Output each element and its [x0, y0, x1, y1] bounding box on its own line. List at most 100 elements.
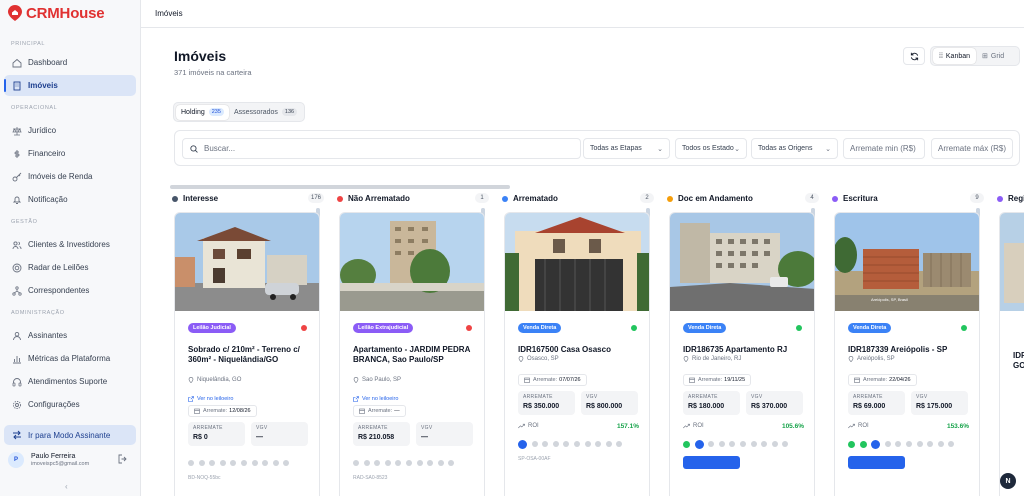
segment-holding[interactable]: Holding 235: [176, 104, 229, 120]
user-profile[interactable]: P Paulo Ferreira imoveispc5@gmail.com: [8, 449, 134, 471]
trending-up-icon: [518, 423, 525, 429]
status-dot: [631, 325, 637, 331]
kanban-view-button[interactable]: ⁞⁞ Kanban: [933, 48, 977, 64]
property-card-partial[interactable]: IDRGO: [999, 212, 1024, 496]
grid-label: Grid: [990, 52, 1005, 60]
estados-select[interactable]: Todos os Estados ⌄: [675, 138, 747, 159]
date-value: —: [394, 408, 400, 414]
property-location: Rio de Janeiro, RJ: [683, 356, 741, 362]
roi-row: ROI: [848, 423, 869, 429]
vgv-label: VGV: [916, 394, 928, 400]
stage-step: [262, 460, 269, 466]
auctioneer-link[interactable]: Ver no leiloeiro: [188, 396, 233, 402]
arremate-date: Arremate: 19/11/25: [683, 374, 752, 386]
property-card[interactable]: Leilão Judicial Sobrado c/ 210m² - Terre…: [174, 212, 320, 496]
property-title: IDR167500 Casa Osasco: [518, 345, 611, 354]
segment-count: 235: [208, 108, 224, 116]
date-value: 12/08/26: [229, 408, 251, 414]
segment-label: Holding: [181, 108, 205, 116]
column-color-dot: [832, 195, 838, 202]
location-text: Areiópolis, SP: [857, 356, 895, 362]
sidebar-item-notificacao[interactable]: Notificação: [4, 189, 136, 210]
stage-step: [584, 441, 591, 447]
column-color-dot: [502, 195, 508, 202]
grid-icon: ⊞: [982, 53, 988, 60]
search-input[interactable]: [204, 144, 564, 153]
segment-assessorados[interactable]: Assessorados 136: [229, 105, 302, 120]
sidebar-item-correspondentes[interactable]: Correspondentes: [4, 280, 136, 301]
sidebar-item-juridico[interactable]: Jurídico: [4, 120, 136, 141]
stage-step-done: [848, 440, 855, 448]
property-title: IDRGO: [1013, 351, 1024, 370]
sidebar-item-metricas-da-plataforma[interactable]: Métricas da Plataforma: [4, 348, 136, 369]
location-text: Sao Paulo, SP: [362, 377, 402, 383]
vgv-label: VGV: [586, 394, 598, 400]
date-label: Arremate:: [203, 408, 228, 414]
location-text: Osasco, SP: [527, 356, 559, 362]
stage-progress: [518, 439, 627, 449]
column-title: Regi: [1008, 194, 1024, 203]
arremate-min-input[interactable]: Arremate min (R$): [843, 138, 925, 159]
column-title: Arrematado: [513, 194, 558, 203]
arremate-label: ARREMATE: [193, 425, 223, 431]
status-dot: [796, 325, 802, 331]
board-horizontal-scrollbar[interactable]: [170, 185, 510, 189]
property-card[interactable]: Venda Direta IDR167500 Casa Osasco Osasc…: [504, 212, 650, 496]
stage-step-current: [871, 439, 881, 449]
sidebar-item-imoveis-de-renda[interactable]: Imóveis de Renda: [4, 166, 136, 187]
calendar-icon: [689, 377, 695, 383]
column-header: Não Arrematado 1: [337, 192, 489, 205]
property-card[interactable]: Areiópolis, SP, Brasil Venda Direta IDR1…: [834, 212, 980, 496]
sidebar-item-assinantes[interactable]: Assinantes: [4, 325, 136, 346]
logo[interactable]: CRMHouse: [8, 3, 105, 23]
column-header: Regi: [997, 192, 1024, 205]
page-subtitle: 371 imóveis na carteira: [174, 68, 252, 77]
logout-icon[interactable]: [118, 454, 128, 464]
stage-step: [427, 460, 434, 466]
property-card[interactable]: Leilão Extrajudicial Apartamento - JARDI…: [339, 212, 485, 496]
arremate-date: Arremate: —: [353, 405, 406, 417]
property-photo: [175, 213, 319, 311]
sidebar-item-radar-de-leiloes[interactable]: Radar de Leilões: [4, 257, 136, 278]
collapse-sidebar-chevron-icon[interactable]: ‹: [65, 482, 68, 491]
stage-step: [283, 460, 290, 466]
sidebar-item-clientes-investidores[interactable]: Clientes & Investidores: [4, 234, 136, 255]
property-card[interactable]: Venda Direta IDR186735 Apartamento RJ Ri…: [669, 212, 815, 496]
origens-value: Todas as Origens: [758, 145, 813, 152]
assign-mode-button[interactable]: Ir para Modo Assinante: [4, 425, 136, 445]
stage-step: [188, 460, 194, 466]
property-photo: [340, 213, 484, 311]
sidebar-item-atendimentos-suporte[interactable]: Atendimentos Suporte: [4, 371, 136, 392]
auctioneer-link[interactable]: Ver no leiloeiro: [353, 396, 398, 402]
arremate-value: R$ 180.000: [688, 403, 725, 410]
etapas-select[interactable]: Todas as Etapas ⌄: [583, 138, 670, 159]
trending-up-icon: [683, 423, 690, 429]
map-pin-icon: [848, 356, 854, 362]
card-action-button[interactable]: [683, 456, 740, 469]
sidebar-item-imoveis[interactable]: Imóveis: [4, 75, 136, 96]
sidebar-item-label: Radar de Leilões: [28, 263, 89, 272]
vgv-value: R$ 370.000: [751, 403, 788, 410]
sidebar-item-label: Configurações: [28, 400, 80, 409]
date-value: 07/07/26: [559, 377, 581, 383]
sidebar-item-financeiro[interactable]: Financeiro: [4, 143, 136, 164]
segment-count: 136: [281, 108, 298, 116]
refresh-button[interactable]: [903, 47, 925, 65]
grid-view-button[interactable]: ⊞ Grid: [976, 48, 1010, 64]
date-value: 19/11/25: [724, 377, 746, 383]
sidebar-item-dashboard[interactable]: Dashboard: [4, 52, 136, 73]
avatar: P: [8, 452, 24, 468]
building-icon: [13, 81, 21, 90]
card-action-button[interactable]: [848, 456, 905, 469]
sidebar-item-configuracoes[interactable]: Configurações: [4, 394, 136, 415]
sale-type-badge: Venda Direta: [683, 323, 727, 333]
arremate-max-input[interactable]: Arremate máx (R$): [931, 138, 1013, 159]
column-color-dot: [997, 195, 1003, 202]
stage-step: [937, 441, 944, 447]
column-count: 1: [475, 193, 489, 203]
floating-avatar[interactable]: N: [1000, 473, 1016, 489]
column-title: Interesse: [183, 194, 219, 203]
origens-select[interactable]: Todas as Origens ⌄: [751, 138, 838, 159]
property-code: BD-NOQ-55bc: [188, 475, 221, 481]
portfolio-segment: Holding 235 Assessorados 136: [173, 102, 306, 122]
